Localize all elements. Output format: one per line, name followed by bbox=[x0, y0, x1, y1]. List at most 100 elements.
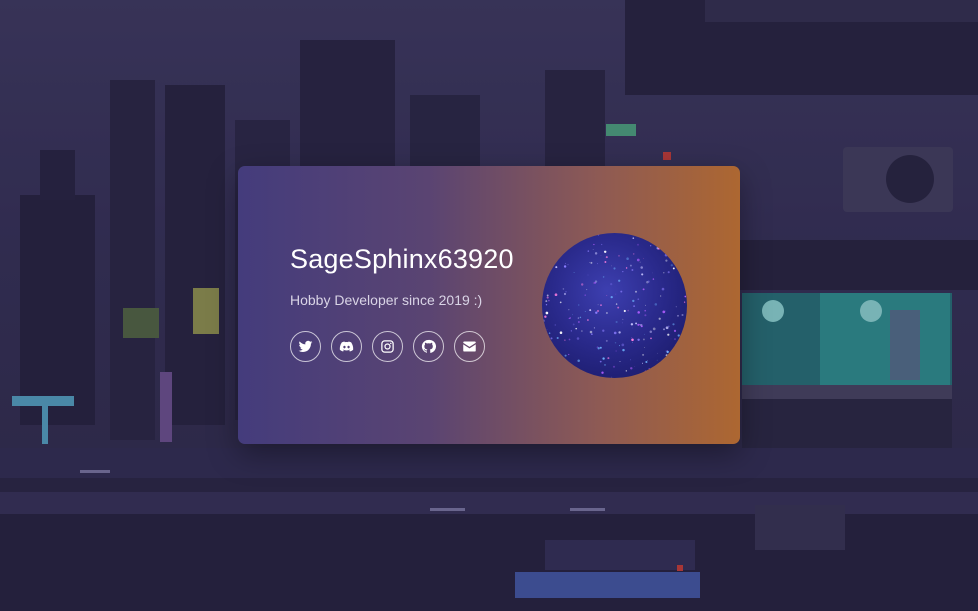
sparkle bbox=[543, 376, 545, 378]
sparkle bbox=[545, 244, 547, 246]
sparkle bbox=[548, 233, 551, 235]
sparkle bbox=[578, 304, 580, 306]
sparkle bbox=[593, 281, 597, 284]
sparkle bbox=[576, 337, 580, 340]
sparkle bbox=[590, 261, 593, 264]
sparkle bbox=[650, 245, 652, 247]
sparkle bbox=[613, 331, 617, 335]
sparkle bbox=[603, 250, 607, 254]
sparkle bbox=[613, 365, 615, 368]
sparkle bbox=[564, 354, 567, 357]
instagram-link[interactable] bbox=[372, 331, 403, 362]
sparkle bbox=[684, 295, 687, 298]
sparkle bbox=[542, 321, 543, 323]
social-links bbox=[290, 331, 485, 362]
sparkle bbox=[566, 243, 568, 245]
sparkle bbox=[595, 311, 598, 314]
sparkle bbox=[680, 246, 683, 249]
sparkle bbox=[657, 246, 661, 250]
github-icon bbox=[421, 339, 436, 353]
sparkle bbox=[575, 327, 577, 330]
sparkle bbox=[577, 321, 580, 323]
sparkle bbox=[622, 270, 624, 273]
sparkle bbox=[650, 337, 652, 340]
sparkle bbox=[663, 237, 667, 240]
email-link[interactable] bbox=[454, 331, 485, 362]
sparkle bbox=[582, 374, 584, 376]
sparkle bbox=[597, 263, 598, 265]
sparkle bbox=[660, 295, 662, 297]
sparkle bbox=[617, 306, 620, 309]
sparkle bbox=[643, 257, 644, 259]
sparkle bbox=[668, 355, 671, 358]
discord-link[interactable] bbox=[331, 331, 362, 362]
sparkle bbox=[613, 267, 616, 270]
sparkle bbox=[633, 305, 635, 307]
sparkle bbox=[568, 338, 571, 341]
sparkle bbox=[630, 367, 633, 370]
sparkle bbox=[573, 272, 575, 273]
sparkle bbox=[644, 314, 647, 317]
sparkle bbox=[605, 311, 608, 315]
sparkle bbox=[546, 329, 548, 330]
sparkle bbox=[604, 364, 606, 366]
sparkle bbox=[623, 309, 626, 313]
sparkle bbox=[589, 330, 593, 334]
sparkle bbox=[572, 323, 575, 326]
sparkle bbox=[547, 258, 550, 261]
github-link[interactable] bbox=[413, 331, 444, 362]
sparkle bbox=[547, 252, 548, 254]
sparkle bbox=[664, 253, 668, 257]
sparkle bbox=[645, 304, 646, 306]
sparkle bbox=[625, 370, 627, 372]
sparkle bbox=[545, 300, 548, 303]
sparkle bbox=[660, 364, 663, 367]
sparkle bbox=[639, 324, 641, 326]
mail-icon bbox=[463, 341, 476, 352]
sparkle bbox=[615, 293, 617, 295]
sparkle bbox=[581, 283, 584, 286]
sparkle bbox=[667, 271, 670, 274]
sparkle bbox=[556, 336, 559, 340]
sparkle bbox=[677, 314, 679, 317]
sparkle bbox=[627, 309, 630, 312]
sparkle bbox=[593, 243, 595, 246]
sparkle bbox=[680, 348, 683, 351]
sparkle bbox=[679, 362, 683, 366]
sparkle bbox=[546, 296, 549, 299]
sparkle bbox=[631, 338, 634, 342]
sparkle bbox=[642, 288, 645, 291]
sparkle bbox=[587, 250, 590, 252]
sparkle bbox=[632, 342, 633, 343]
sparkle bbox=[631, 269, 634, 271]
sparkle bbox=[670, 249, 673, 252]
sparkle bbox=[637, 338, 640, 342]
sparkle bbox=[586, 289, 588, 291]
sparkle bbox=[637, 298, 640, 301]
sparkle bbox=[643, 373, 646, 377]
sparkle bbox=[652, 278, 655, 280]
sparkle bbox=[593, 327, 595, 329]
sparkle bbox=[674, 344, 678, 347]
sparkle bbox=[636, 258, 640, 262]
sparkle bbox=[658, 233, 661, 235]
sparkle bbox=[602, 329, 605, 332]
sparkle bbox=[545, 256, 548, 260]
sparkle bbox=[642, 362, 643, 364]
sparkle bbox=[602, 276, 605, 278]
sparkle bbox=[560, 249, 563, 251]
sparkle bbox=[679, 262, 683, 265]
sparkle bbox=[668, 325, 670, 328]
username: SageSphinx63920 bbox=[290, 244, 514, 274]
sparkle bbox=[570, 330, 572, 332]
twitter-icon bbox=[298, 340, 313, 352]
twitter-link[interactable] bbox=[290, 331, 321, 362]
tagline: Hobby Developer since 2019 :) bbox=[290, 292, 483, 308]
sparkle bbox=[663, 272, 665, 274]
sparkle bbox=[592, 282, 594, 284]
sparkle bbox=[599, 360, 602, 363]
sparkle bbox=[653, 370, 654, 372]
sparkle bbox=[666, 246, 669, 249]
sparkle bbox=[562, 288, 565, 290]
sparkle bbox=[647, 359, 649, 361]
